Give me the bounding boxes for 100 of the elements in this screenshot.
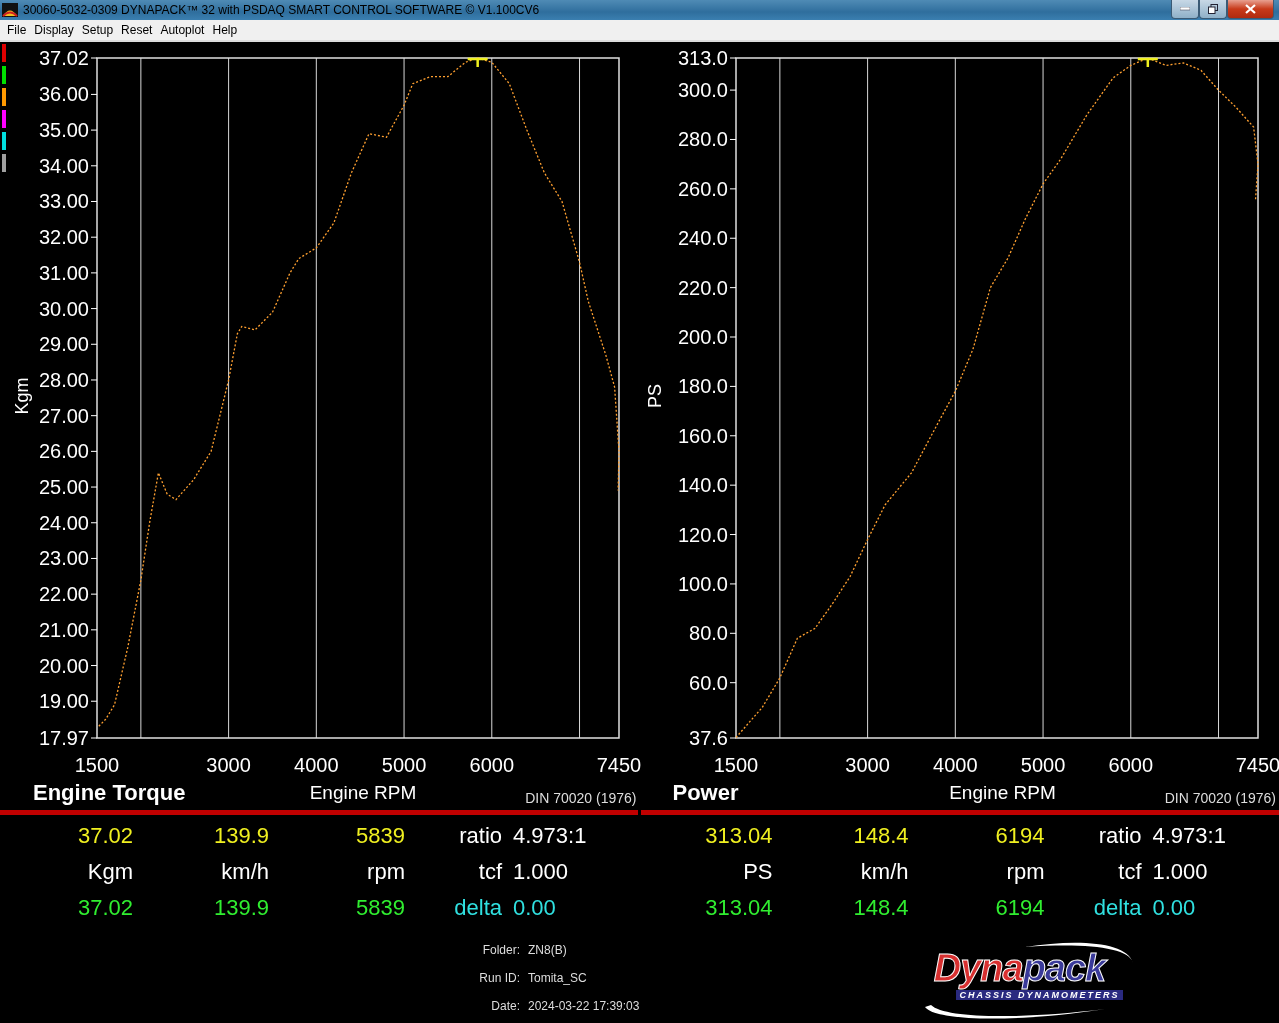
y-tick-label: 200.0 — [677, 326, 728, 348]
parameter-value: 4.973:1 — [512, 823, 588, 849]
restore-icon — [1208, 4, 1218, 14]
peak-value: 313.04 — [704, 823, 773, 849]
y-tick-label: 220.0 — [677, 276, 728, 299]
y-tick-label: 180.0 — [677, 375, 728, 398]
y-tick-label: 34.00 — [38, 154, 89, 177]
parameter-value: 4.973:1 — [1151, 823, 1227, 849]
peak-value: 6194 — [994, 823, 1045, 849]
chart-title: Engine Torque — [33, 780, 187, 806]
logo-wordmark: Dynapack — [933, 947, 1106, 990]
y-tick-label: 27.00 — [38, 404, 89, 427]
unit-label: km/h — [859, 859, 909, 885]
unit-label: rpm — [366, 859, 405, 885]
y-axis-label: PS — [644, 384, 665, 408]
menu-item[interactable]: Autoplot — [156, 23, 209, 37]
x-tick-label: 7450 — [596, 754, 641, 776]
y-tick-label: 80.0 — [688, 622, 728, 645]
unit-label: Kgm — [86, 859, 133, 885]
unit-label: rpm — [1005, 859, 1045, 885]
current-value: 139.9 — [212, 895, 269, 921]
unit-label: km/h — [220, 859, 269, 885]
y-tick-label: 21.00 — [38, 618, 89, 641]
y-tick-label: 30.00 — [38, 297, 89, 320]
y-tick-label: 37.6 — [688, 727, 728, 749]
y-tick-label: 32.00 — [38, 226, 89, 249]
x-tick-label: 6000 — [1108, 754, 1153, 776]
y-tick-label: 260.0 — [677, 177, 728, 200]
parameter-label: delta — [1092, 895, 1142, 921]
close-icon — [1245, 4, 1256, 14]
y-axis-label: Kgm — [12, 377, 32, 415]
y-tick-label: 37.02 — [38, 47, 89, 69]
y-tick-label: 33.00 — [38, 190, 89, 213]
menu-item[interactable]: Setup — [77, 23, 118, 37]
window-title: 30060-5032-0309 DYNAPACK™ 32 with PSDAQ SMART CONTROL SOFTWARE © V1.100CV6 — [23, 3, 541, 17]
x-tick-label: 5000 — [381, 754, 427, 776]
x-tick-label: 6000 — [469, 754, 514, 776]
x-tick-label: 7450 — [1235, 754, 1279, 776]
peak-marker — [466, 57, 489, 69]
parameter-label: tcf — [477, 859, 502, 885]
menu-item[interactable]: Reset — [117, 23, 157, 37]
y-tick-label: 20.00 — [38, 654, 89, 677]
parameter-value: 0.00 — [1151, 895, 1197, 921]
parameter-label: tcf — [1117, 859, 1142, 885]
menu-item[interactable]: Help — [208, 23, 242, 37]
peak-marker — [1136, 57, 1159, 69]
y-tick-label: 24.00 — [38, 511, 89, 534]
y-tick-label: 36.00 — [38, 83, 89, 106]
y-tick-label: 240.0 — [677, 227, 728, 250]
current-value: 6194 — [994, 895, 1045, 921]
parameter-label: ratio — [458, 823, 502, 849]
parameter-label: ratio — [1097, 823, 1142, 849]
current-value: 5839 — [355, 895, 405, 921]
x-tick-label: 3000 — [206, 754, 251, 776]
y-tick-label: 280.0 — [677, 128, 728, 151]
y-tick-label: 35.00 — [38, 119, 89, 142]
y-tick-label: 160.0 — [677, 424, 728, 447]
info-label: Folder: — [481, 943, 520, 957]
y-tick-label: 313.0 — [677, 47, 728, 69]
y-tick-label: 26.00 — [38, 440, 89, 463]
logo-tagline: CHASSIS DYNAMOMETERS — [956, 990, 1123, 1000]
y-tick-label: 28.00 — [38, 368, 89, 391]
info-value: 2024-03-22 17:39:03 — [527, 999, 640, 1013]
unit-label: PS — [742, 859, 773, 885]
info-value: ZN8(B) — [527, 943, 568, 957]
info-label: Date: — [490, 999, 520, 1013]
parameter-value: 1.000 — [512, 859, 570, 885]
current-value: 313.04 — [704, 895, 773, 921]
info-label: Run ID: — [478, 971, 520, 985]
peak-value: 139.9 — [212, 823, 269, 849]
y-tick-label: 140.0 — [677, 474, 728, 497]
x-tick-label: 4000 — [294, 754, 339, 776]
app-icon — [2, 3, 18, 17]
y-tick-label: 29.00 — [38, 333, 89, 356]
y-tick-label: 120.0 — [677, 523, 728, 546]
peak-value: 5839 — [355, 823, 405, 849]
menu-item[interactable]: File — [3, 23, 31, 37]
x-tick-label: 1500 — [713, 754, 758, 776]
y-tick-label: 19.00 — [38, 690, 89, 713]
y-tick-label: 25.00 — [38, 476, 89, 499]
y-tick-label: 300.0 — [677, 79, 728, 102]
standard-label: DIN 70020 (1976) — [525, 790, 637, 806]
minimize-button[interactable] — [1171, 0, 1199, 19]
y-tick-label: 60.0 — [688, 671, 728, 694]
y-tick-label: 22.00 — [38, 583, 89, 606]
current-value: 37.02 — [76, 895, 133, 921]
peak-value: 148.4 — [852, 823, 909, 849]
x-tick-label: 1500 — [74, 754, 120, 776]
chart-title: Power — [672, 780, 740, 806]
y-tick-label: 100.0 — [677, 572, 728, 595]
restore-button[interactable] — [1199, 0, 1227, 19]
minimize-icon — [1180, 7, 1190, 11]
parameter-value: 0.00 — [512, 895, 557, 921]
menu-item[interactable]: Display — [30, 23, 78, 37]
standard-label: DIN 70020 (1976) — [1164, 790, 1276, 806]
x-axis-label: Engine RPM — [948, 782, 1057, 804]
current-value: 148.4 — [852, 895, 909, 921]
close-button[interactable] — [1227, 0, 1274, 19]
y-tick-label: 17.97 — [38, 727, 89, 749]
x-tick-label: 4000 — [932, 754, 978, 776]
